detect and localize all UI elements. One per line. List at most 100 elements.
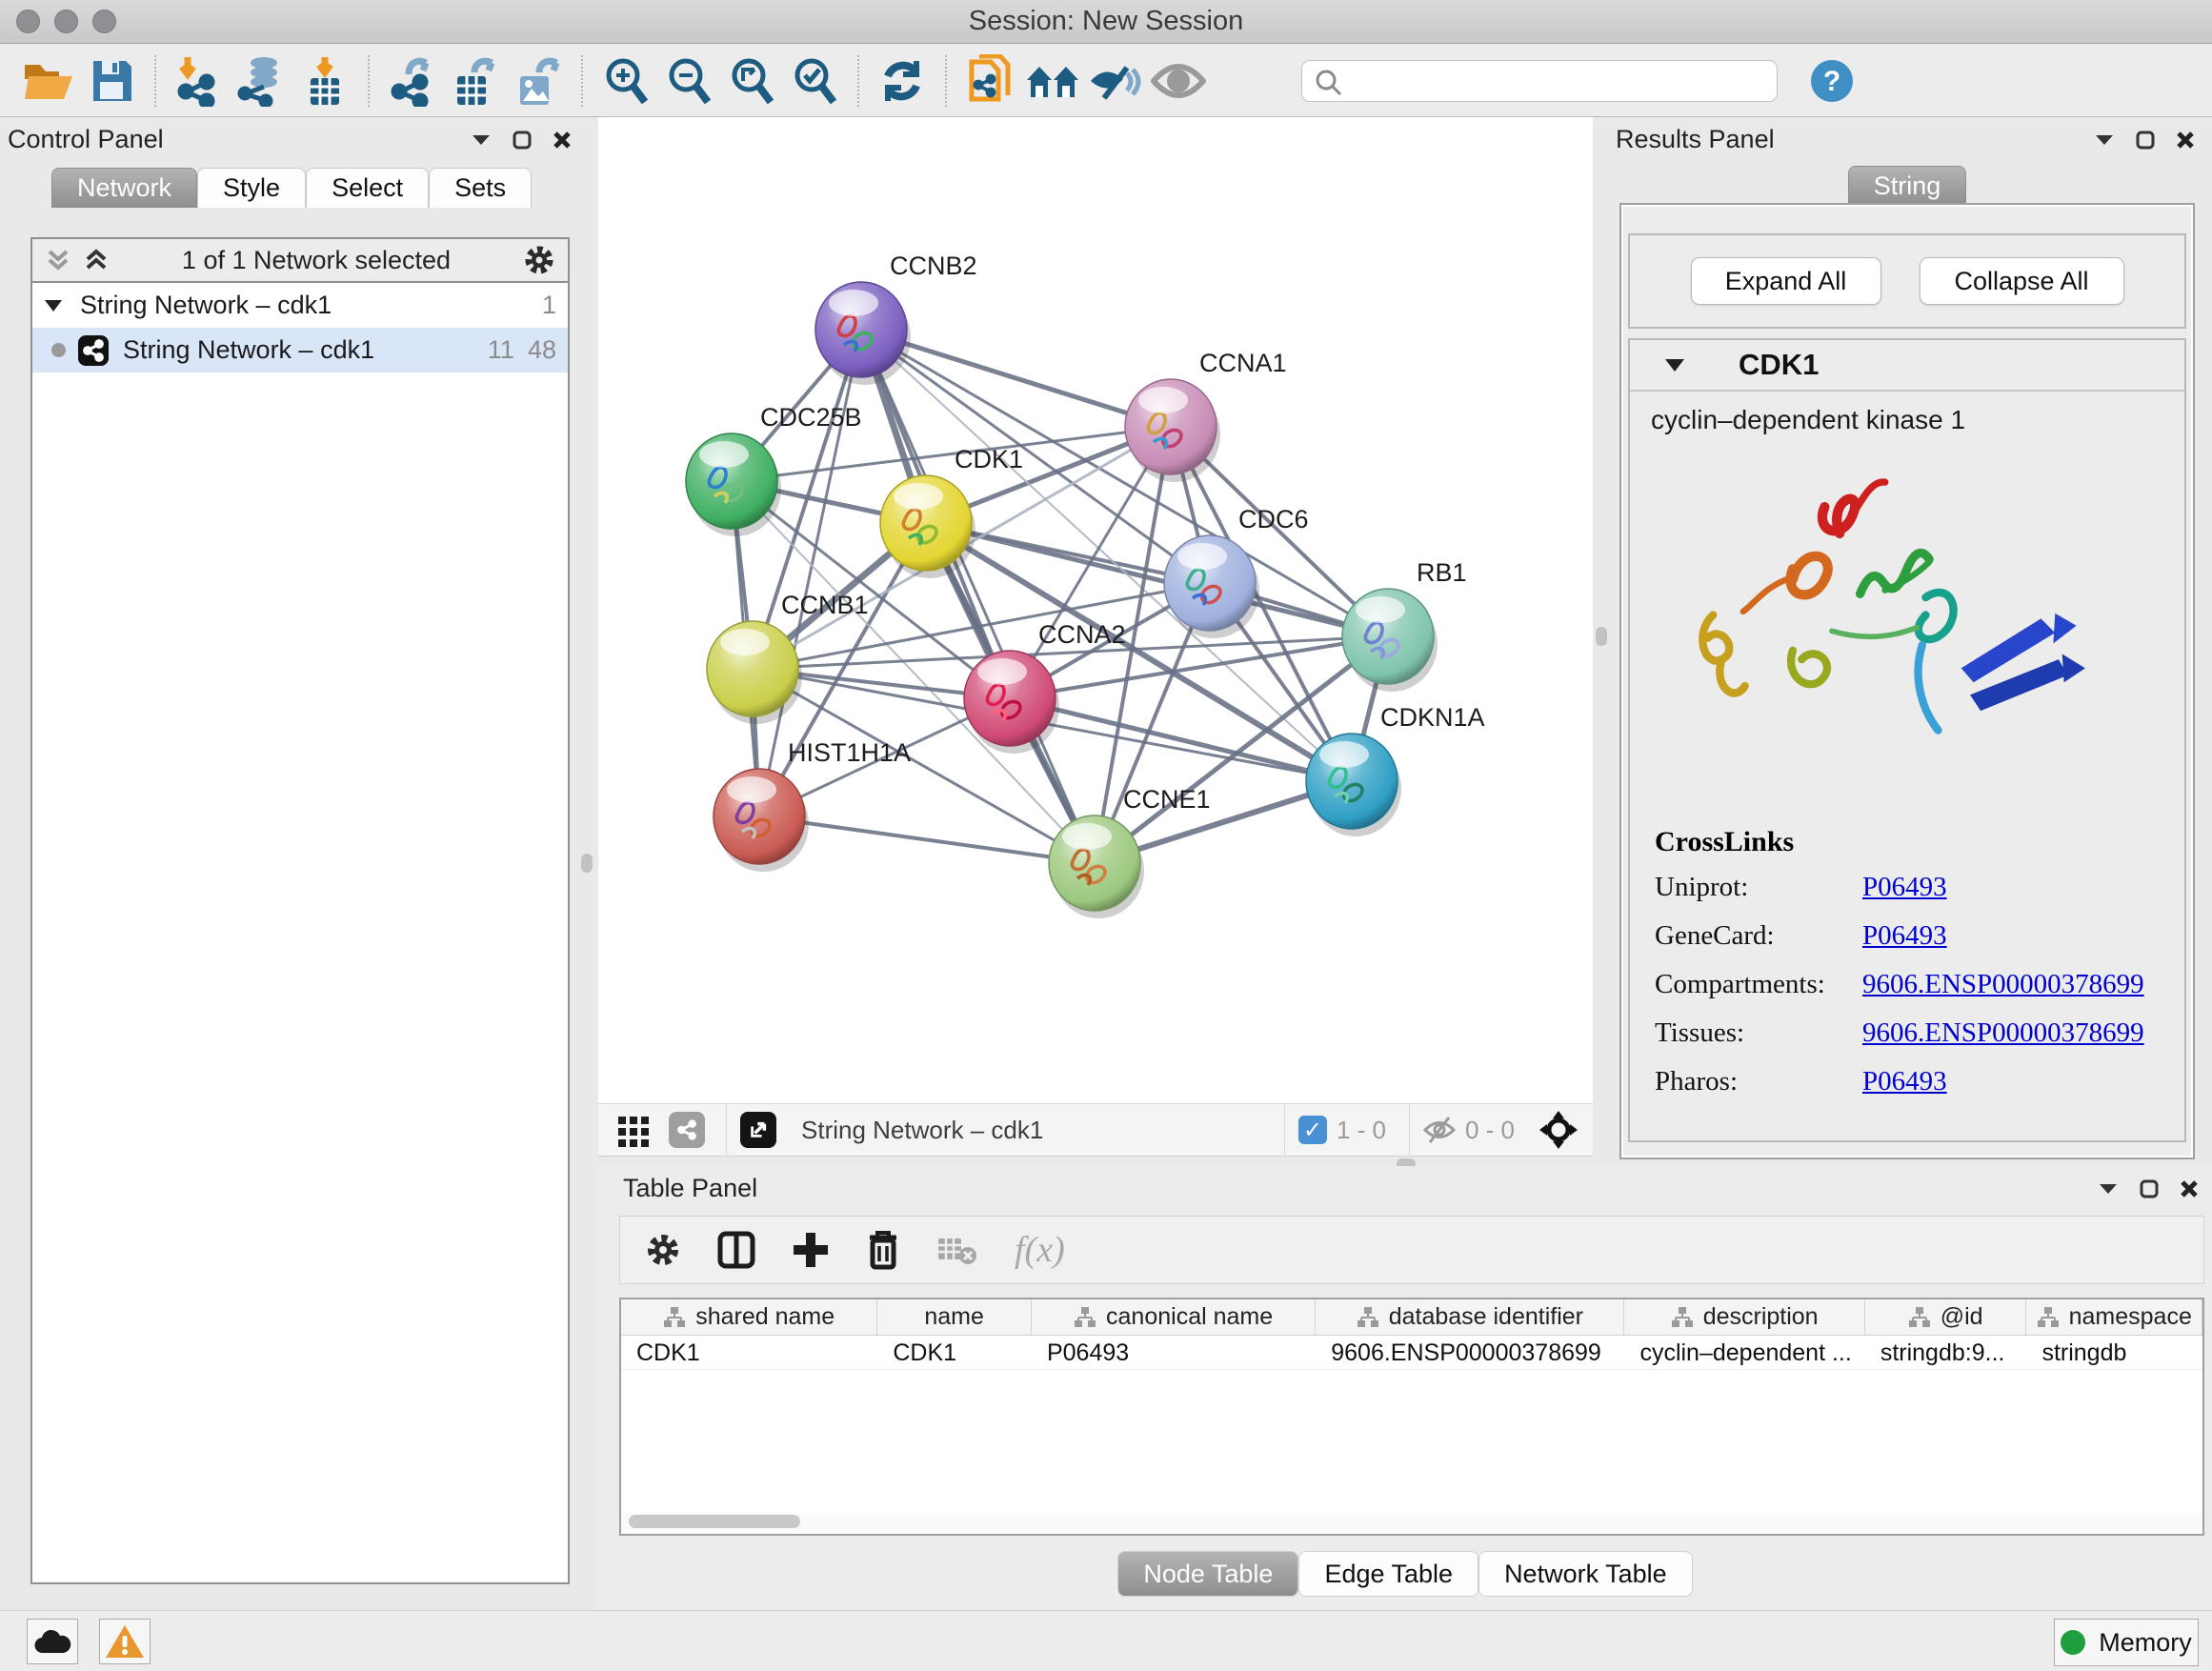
table-cell[interactable]: P06493 — [1032, 1336, 1316, 1369]
table-horizontal-scrollbar[interactable] — [621, 1513, 2202, 1530]
selected-checkbox-icon[interactable]: ✓ — [1298, 1116, 1327, 1144]
save-session-button[interactable] — [80, 51, 143, 111]
left-splitter-handle[interactable] — [581, 854, 593, 873]
network-node-ccnb2[interactable] — [815, 282, 911, 385]
window-close-button[interactable] — [16, 10, 40, 33]
column-header-shared-name[interactable]: shared name — [621, 1299, 877, 1335]
open-session-button[interactable] — [17, 51, 80, 111]
add-column-icon[interactable] — [792, 1231, 830, 1269]
export-network-button[interactable] — [381, 51, 444, 111]
panel-close-icon[interactable] — [553, 131, 572, 150]
tree-expand-icon[interactable] — [44, 299, 63, 312]
search-icon — [1315, 69, 1343, 97]
panel-float-icon[interactable] — [513, 131, 532, 150]
tab-network[interactable]: Network — [51, 168, 197, 208]
network-collection-row[interactable]: String Network – cdk1 1 — [32, 283, 568, 328]
panel-close-icon[interactable] — [2176, 131, 2195, 150]
table-cell[interactable]: cyclin–dependent ... — [1624, 1336, 1864, 1369]
node-result-header[interactable]: CDK1 — [1630, 340, 2184, 392]
panel-float-icon[interactable] — [2136, 131, 2155, 150]
table-cell[interactable]: stringdb:9... — [1865, 1336, 2027, 1369]
column-header-namespace[interactable]: namespace — [2026, 1299, 2202, 1335]
network-node-ccne1[interactable] — [1049, 815, 1144, 918]
table-cell[interactable]: 9606.ENSP00000378699 — [1316, 1336, 1624, 1369]
search-input[interactable] — [1301, 60, 1778, 102]
grid-view-icon[interactable] — [617, 1113, 652, 1147]
network-node-cdk1[interactable] — [880, 475, 975, 578]
node-table-row[interactable]: CDK1CDK1P064939606.ENSP00000378699cyclin… — [621, 1336, 2202, 1370]
network-row[interactable]: String Network – cdk1 11 48 — [32, 328, 568, 372]
crosslink-value-link[interactable]: 9606.ENSP00000378699 — [1862, 1017, 2144, 1049]
birds-eye-toggle-icon[interactable] — [1539, 1111, 1578, 1149]
zoom-fit-button[interactable] — [720, 51, 783, 111]
select-columns-icon[interactable] — [717, 1231, 755, 1269]
panel-menu-icon[interactable] — [471, 133, 492, 147]
tab-style[interactable]: Style — [197, 168, 306, 208]
panel-menu-icon[interactable] — [2098, 1182, 2119, 1196]
clone-network-button[interactable] — [958, 51, 1021, 111]
network-node-cdc25b[interactable] — [686, 433, 781, 536]
crosslink-value-link[interactable]: 9606.ENSP00000378699 — [1862, 969, 2144, 1000]
table-settings-gear-icon[interactable] — [645, 1232, 681, 1268]
collapse-entry-icon[interactable] — [1664, 358, 1685, 372]
table-cell[interactable]: CDK1 — [621, 1336, 877, 1369]
column-header-name[interactable]: name — [877, 1299, 1032, 1335]
tab-network-table[interactable]: Network Table — [1478, 1551, 1693, 1597]
cloud-button[interactable] — [27, 1619, 78, 1664]
column-header-description[interactable]: description — [1624, 1299, 1864, 1335]
tab-sets[interactable]: Sets — [429, 168, 532, 208]
network-node-ccna2[interactable] — [964, 651, 1059, 754]
zoom-out-button[interactable] — [657, 51, 720, 111]
zoom-selected-button[interactable] — [783, 51, 846, 111]
string-network-graph[interactable]: CCNB2CCNA1CDC25BCDK1CDC6RB1CCNB1CCNA2CDK… — [598, 117, 1593, 1103]
help-button[interactable]: ? — [1800, 51, 1863, 111]
column-header--id[interactable]: @id — [1865, 1299, 2027, 1335]
table-cell[interactable]: CDK1 — [877, 1336, 1032, 1369]
export-table-button[interactable] — [444, 51, 507, 111]
tab-select[interactable]: Select — [306, 168, 429, 208]
import-network-button[interactable] — [168, 51, 231, 111]
import-database-button[interactable] — [231, 51, 293, 111]
network-node-ccna1[interactable] — [1125, 379, 1220, 482]
collapse-all-button[interactable]: Collapse All — [1920, 257, 2124, 305]
export-image-button[interactable] — [507, 51, 570, 111]
network-edge[interactable] — [926, 523, 1388, 636]
refresh-layout-button[interactable] — [871, 51, 934, 111]
network-node-hist1h1a[interactable] — [714, 769, 809, 872]
zoom-in-button[interactable] — [594, 51, 657, 111]
network-node-cdkn1a[interactable] — [1306, 734, 1401, 836]
panel-float-icon[interactable] — [2140, 1179, 2159, 1198]
network-edge[interactable] — [759, 816, 1095, 863]
window-zoom-button[interactable] — [92, 10, 116, 33]
crosslink-value-link[interactable]: P06493 — [1862, 872, 1947, 903]
string-home-button[interactable] — [1021, 51, 1084, 111]
tab-edge-table[interactable]: Edge Table — [1298, 1551, 1478, 1597]
table-cell[interactable]: stringdb — [2026, 1336, 2202, 1369]
node-table[interactable]: shared namenamecanonical namedatabase id… — [619, 1298, 2204, 1536]
window-minimize-button[interactable] — [54, 10, 78, 33]
network-share-icon[interactable] — [669, 1112, 705, 1148]
import-table-button[interactable] — [293, 51, 356, 111]
network-node-rb1[interactable] — [1342, 589, 1438, 692]
show-all-button[interactable] — [1147, 51, 1210, 111]
warnings-button[interactable] — [99, 1619, 151, 1664]
column-header-database-identifier[interactable]: database identifier — [1316, 1299, 1624, 1335]
panel-close-icon[interactable] — [2180, 1179, 2199, 1198]
column-header-canonical-name[interactable]: canonical name — [1032, 1299, 1316, 1335]
crosslink-value-link[interactable]: P06493 — [1862, 920, 1947, 952]
tab-node-table[interactable]: Node Table — [1117, 1551, 1298, 1597]
expand-all-button[interactable]: Expand All — [1691, 257, 1881, 305]
collapse-all-icon[interactable] — [46, 248, 70, 272]
delete-column-icon[interactable] — [866, 1230, 900, 1270]
memory-button[interactable]: Memory — [2054, 1619, 2199, 1666]
crosslink-value-link[interactable]: P06493 — [1862, 1066, 1947, 1097]
tab-string[interactable]: String — [1848, 166, 1967, 206]
network-canvas[interactable]: CCNB2CCNA1CDC25BCDK1CDC6RB1CCNB1CCNA2CDK… — [598, 117, 1593, 1103]
right-splitter-handle[interactable] — [1596, 627, 1607, 646]
network-edge[interactable] — [861, 330, 1095, 863]
panel-menu-icon[interactable] — [2094, 133, 2115, 147]
gear-icon[interactable] — [524, 245, 554, 275]
open-in-window-icon[interactable] — [740, 1112, 776, 1148]
hide-elements-button[interactable] — [1084, 51, 1147, 111]
expand-all-icon[interactable] — [84, 248, 109, 272]
